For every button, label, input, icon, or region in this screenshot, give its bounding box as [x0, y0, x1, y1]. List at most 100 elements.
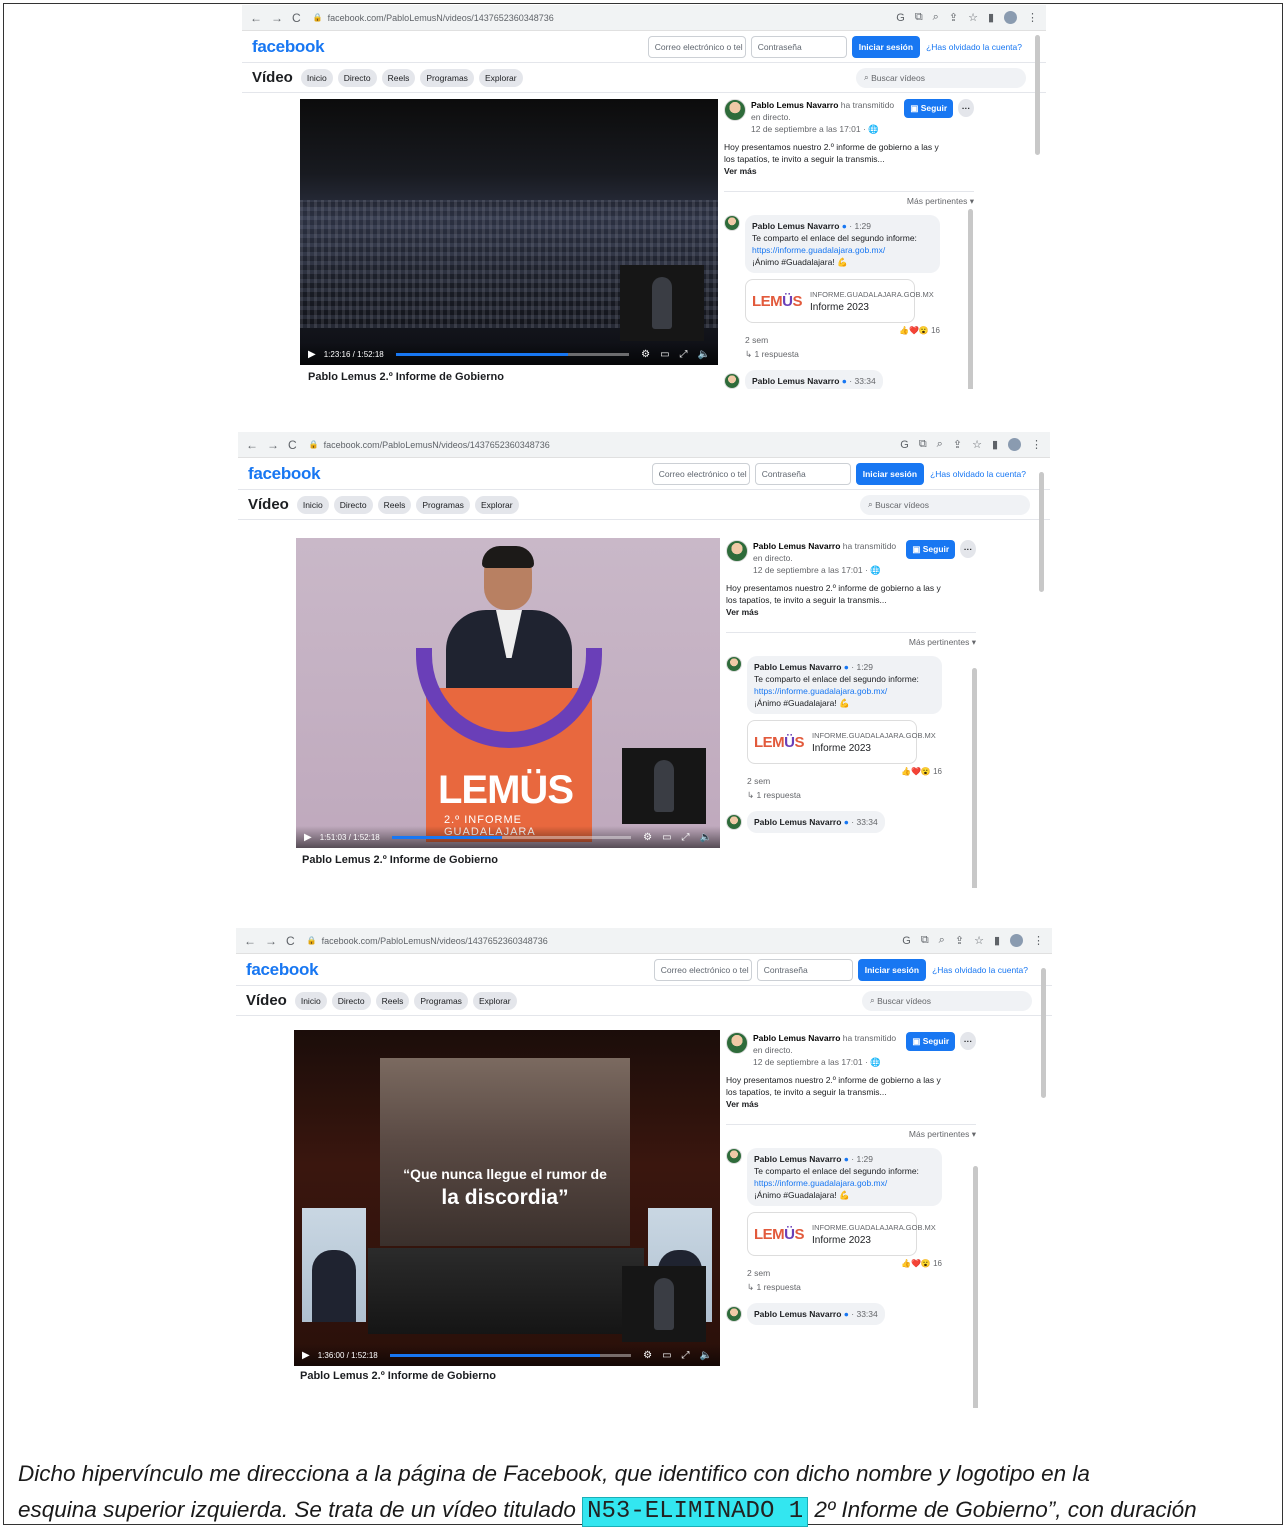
share-icon[interactable]: ⇪ — [955, 934, 964, 947]
profile-avatar-icon[interactable] — [1008, 438, 1021, 451]
tab-programas[interactable]: Programas — [420, 68, 474, 87]
bookmark-star-icon[interactable]: ☆ — [974, 934, 984, 947]
sidebar-icon[interactable]: ▮ — [992, 438, 998, 451]
comment-sort-dropdown[interactable]: Más pertinentes ▾ — [724, 191, 974, 207]
next-commenter-name[interactable]: Pablo Lemus Navarro — [752, 376, 839, 386]
tab-directo[interactable]: Directo — [337, 68, 377, 87]
commenter-name[interactable]: Pablo Lemus Navarro — [754, 662, 841, 672]
google-icon[interactable]: G — [900, 439, 909, 451]
more-options-icon[interactable]: ··· — [958, 99, 974, 117]
replies-link[interactable]: ↳ 1 respuesta — [747, 1282, 942, 1293]
password-field[interactable]: Contraseña — [750, 35, 847, 58]
tab-reels[interactable]: Reels — [381, 68, 416, 87]
next-commenter-avatar[interactable] — [724, 373, 740, 389]
see-more-link[interactable]: Ver más — [726, 1099, 759, 1109]
install-icon[interactable]: ⧉ — [919, 438, 927, 451]
search-input[interactable]: ⌕ Buscar vídeos — [856, 67, 1026, 88]
post-date[interactable]: 12 de septiembre a las 17:01 · — [751, 124, 868, 134]
share-icon[interactable]: ⇪ — [953, 438, 962, 451]
forgot-account-link[interactable]: ¿Has olvidado la cuenta? — [932, 965, 1028, 975]
reload-icon[interactable]: C — [286, 934, 295, 948]
zoom-icon[interactable]: ⌕ — [937, 438, 943, 451]
volume-icon[interactable]: 🔈 — [698, 349, 710, 360]
email-field[interactable]: Correo electrónico o tel — [653, 958, 752, 981]
facebook-logo[interactable]: facebook — [252, 37, 648, 57]
menu-kebab-icon[interactable]: ⋮ — [1027, 11, 1038, 24]
next-commenter-name[interactable]: Pablo Lemus Navarro — [754, 1309, 841, 1319]
replies-link[interactable]: ↳ 1 respuesta — [745, 349, 940, 360]
commenter-avatar[interactable] — [726, 656, 742, 672]
tab-explorar[interactable]: Explorar — [478, 68, 523, 87]
google-icon[interactable]: G — [902, 935, 911, 947]
progress-bar[interactable] — [395, 352, 630, 356]
link-preview-card[interactable]: LEMÜS INFORME.GUADALAJARA.GOB.MX Informe… — [747, 1212, 936, 1256]
commenter-name[interactable]: Pablo Lemus Navarro — [754, 1154, 841, 1164]
tab-explorar[interactable]: Explorar — [472, 991, 517, 1010]
next-commenter-name[interactable]: Pablo Lemus Navarro — [754, 817, 841, 827]
author-avatar[interactable] — [726, 1032, 748, 1054]
address-bar[interactable]: 🔒 facebook.com/PabloLemusN/videos/143765… — [309, 440, 901, 450]
facebook-logo[interactable]: facebook — [246, 960, 654, 980]
commenter-avatar[interactable] — [724, 215, 740, 231]
author-avatar[interactable] — [726, 540, 748, 562]
play-icon[interactable]: ▶ — [304, 832, 312, 843]
page-scrollbar[interactable] — [1039, 472, 1044, 592]
forward-icon[interactable]: → — [271, 11, 283, 25]
settings-gear-icon[interactable]: ⚙ — [641, 349, 650, 360]
author-name[interactable]: Pablo Lemus Navarro — [753, 541, 840, 551]
captions-icon[interactable]: ▭ — [660, 349, 669, 360]
follow-button[interactable]: ▣ Seguir — [906, 540, 956, 559]
author-name[interactable]: Pablo Lemus Navarro — [751, 100, 838, 110]
tab-inicio[interactable]: Inicio — [300, 68, 333, 87]
reaction-summary[interactable]: 👍❤️😮 16 — [747, 1259, 942, 1268]
more-options-icon[interactable]: ··· — [960, 1032, 976, 1050]
forward-icon[interactable]: → — [265, 934, 277, 948]
tab-explorar[interactable]: Explorar — [474, 495, 519, 514]
tab-directo[interactable]: Directo — [333, 495, 373, 514]
captions-icon[interactable]: ▭ — [662, 1350, 671, 1361]
forward-icon[interactable]: → — [267, 438, 279, 452]
search-input[interactable]: ⌕ Buscar vídeos — [860, 494, 1030, 515]
comment-link[interactable]: https://informe.guadalajara.gob.mx/ — [754, 1178, 887, 1188]
tab-inicio[interactable]: Inicio — [296, 495, 329, 514]
forgot-account-link[interactable]: ¿Has olvidado la cuenta? — [930, 469, 1026, 479]
facebook-logo[interactable]: facebook — [248, 464, 652, 484]
see-more-link[interactable]: Ver más — [726, 607, 759, 617]
login-button[interactable]: Iniciar sesión — [857, 958, 927, 981]
fullscreen-icon[interactable]: ⤢ — [682, 832, 690, 843]
comment-sort-dropdown[interactable]: Más pertinentes ▾ — [726, 1124, 976, 1140]
login-button[interactable]: Iniciar sesión — [855, 462, 925, 485]
address-bar[interactable]: 🔒 facebook.com/PabloLemusN/videos/143765… — [307, 936, 903, 946]
play-icon[interactable]: ▶ — [308, 349, 316, 360]
comments-scrollbar[interactable] — [968, 209, 973, 389]
comment-sort-dropdown[interactable]: Más pertinentes ▾ — [726, 632, 976, 648]
tab-reels[interactable]: Reels — [375, 991, 410, 1010]
zoom-icon[interactable]: ⌕ — [939, 934, 945, 947]
tab-inicio[interactable]: Inicio — [294, 991, 327, 1010]
see-more-link[interactable]: Ver más — [724, 166, 757, 176]
settings-gear-icon[interactable]: ⚙ — [643, 1350, 652, 1361]
login-button[interactable]: Iniciar sesión — [851, 35, 921, 58]
more-options-icon[interactable]: ··· — [960, 540, 976, 558]
reaction-summary[interactable]: 👍❤️😮 16 — [745, 326, 940, 335]
play-icon[interactable]: ▶ — [302, 1350, 310, 1361]
comment-link[interactable]: https://informe.guadalajara.gob.mx/ — [752, 245, 885, 255]
forgot-account-link[interactable]: ¿Has olvidado la cuenta? — [926, 42, 1022, 52]
back-icon[interactable]: ← — [244, 934, 256, 948]
install-icon[interactable]: ⧉ — [921, 934, 929, 947]
tab-programas[interactable]: Programas — [416, 495, 470, 514]
commenter-name[interactable]: Pablo Lemus Navarro — [752, 221, 839, 231]
sidebar-icon[interactable]: ▮ — [994, 934, 1000, 947]
tab-reels[interactable]: Reels — [377, 495, 412, 514]
author-name[interactable]: Pablo Lemus Navarro — [753, 1033, 840, 1043]
google-icon[interactable]: G — [896, 12, 905, 24]
video-player[interactable]: ▶ 1:23:16 / 1:52:18 ⚙ ▭ ⤢ 🔈 — [300, 99, 718, 365]
next-commenter-avatar[interactable] — [726, 1306, 742, 1322]
sidebar-icon[interactable]: ▮ — [988, 11, 994, 24]
tab-directo[interactable]: Directo — [331, 991, 371, 1010]
comments-scrollbar[interactable] — [972, 668, 977, 888]
author-avatar[interactable] — [724, 99, 746, 121]
next-commenter-avatar[interactable] — [726, 814, 742, 830]
progress-bar[interactable] — [391, 835, 632, 839]
password-field[interactable]: Contraseña — [756, 958, 853, 981]
